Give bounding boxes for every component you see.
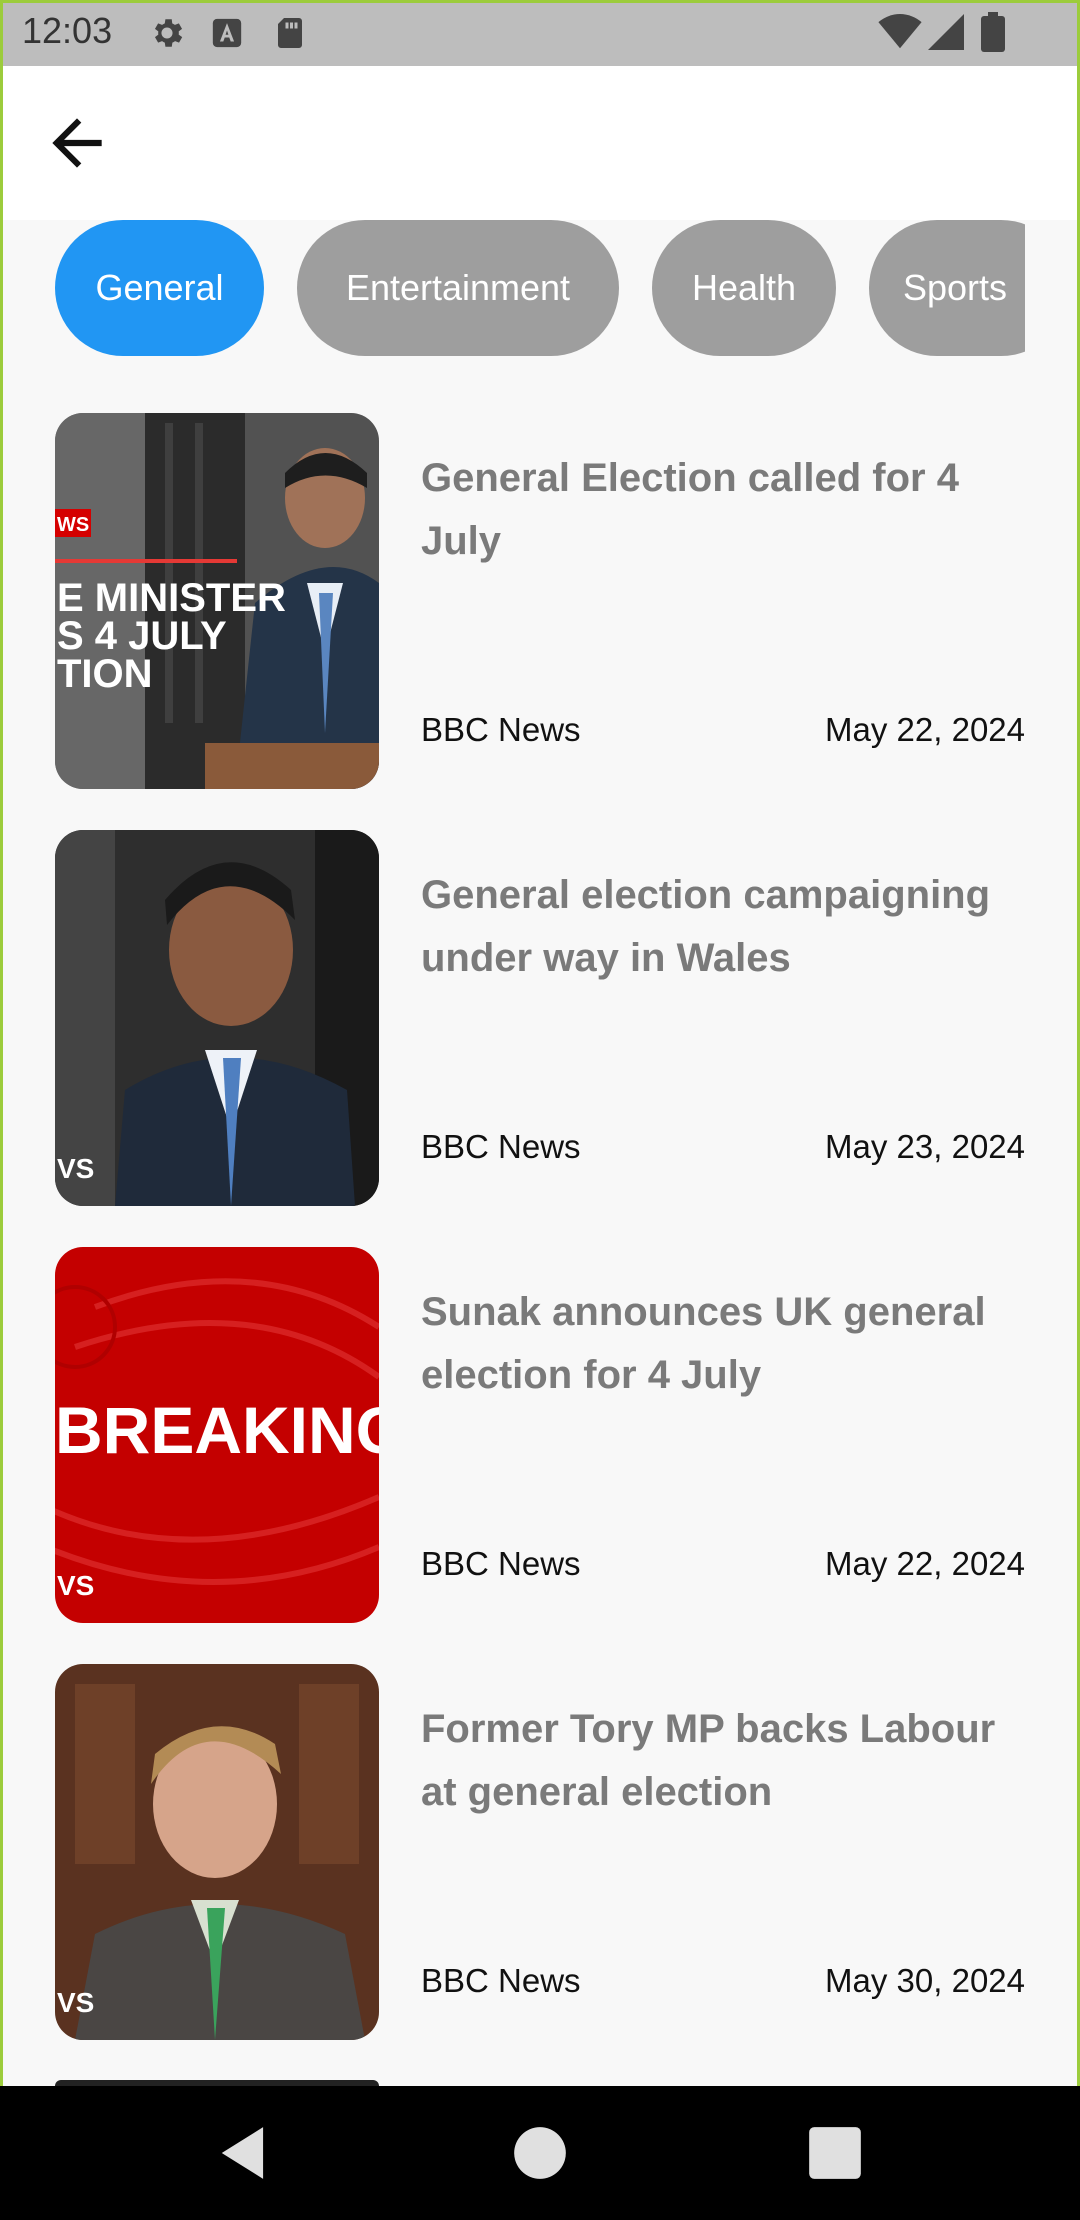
- signal-icon: [928, 14, 964, 55]
- article-card[interactable]: BREAKING VS Sunak announces UK general e…: [55, 1247, 1025, 1623]
- status-bar: 12:03: [0, 0, 1080, 66]
- status-time: 12:03: [22, 10, 113, 51]
- chip-sports[interactable]: Sports: [869, 220, 1025, 356]
- category-chips: General Entertainment Health Sports: [0, 220, 1080, 356]
- thumb-overlay-text: VS: [57, 1153, 94, 1184]
- article-thumbnail: WS E MINISTER S 4 JULY TION: [55, 413, 379, 789]
- wifi-icon: [878, 14, 922, 55]
- article-card[interactable]: VS General election campaigning under wa…: [55, 830, 1025, 1206]
- article-date: May 30, 2024: [825, 1962, 1025, 1999]
- back-button[interactable]: [40, 106, 114, 180]
- thumb-overlay-text: VS: [57, 1987, 94, 2018]
- thumb-overlay-text: VS: [57, 1570, 94, 1601]
- article-thumbnail: BREAKING VS: [55, 1247, 379, 1623]
- chip-label: Health: [691, 267, 797, 308]
- system-nav-bar: [0, 2086, 1080, 2220]
- article-card[interactable]: WS E MINISTER S 4 JULY TION General Elec…: [55, 413, 1025, 789]
- sd-card-icon: [272, 14, 308, 57]
- thumb-overlay-text: WS: [57, 514, 89, 536]
- nav-back-button[interactable]: [214, 2122, 276, 2184]
- article-thumbnail: VS: [55, 1664, 379, 2040]
- chip-label: Entertainment: [345, 267, 571, 308]
- nav-recents-button[interactable]: [804, 2122, 866, 2184]
- chip-label: Sports: [903, 267, 1008, 308]
- chip-label: General: [95, 267, 224, 308]
- arrow-left-icon: [40, 118, 114, 184]
- article-source: BBC News: [421, 1545, 581, 1582]
- recents-square-icon: [804, 2127, 866, 2188]
- back-triangle-icon: [214, 2127, 276, 2188]
- article-card[interactable]: VS Former Tory MP backs Labour at genera…: [55, 1664, 1025, 2040]
- battery-icon: [980, 12, 1006, 57]
- article-title: General election campaigning under way i…: [421, 873, 991, 980]
- article-date: May 22, 2024: [825, 711, 1025, 748]
- chip-health[interactable]: Health: [652, 220, 836, 356]
- article-title: General Election called for 4 July: [421, 456, 959, 563]
- article-source: BBC News: [421, 711, 581, 748]
- article-date: May 23, 2024: [825, 1128, 1025, 1165]
- thumb-overlay-text: BREAKING: [55, 1393, 379, 1467]
- article-source: BBC News: [421, 1128, 581, 1165]
- a-badge-icon: [210, 16, 244, 55]
- home-circle-icon: [509, 2127, 571, 2188]
- chip-general[interactable]: General: [55, 220, 264, 356]
- article-thumbnail: VS: [55, 830, 379, 1206]
- article-title: Sunak announces UK general election for …: [421, 1290, 986, 1397]
- article-title: Former Tory MP backs Labour at general e…: [421, 1707, 996, 1814]
- article-date: May 22, 2024: [825, 1545, 1025, 1582]
- gear-icon: [148, 14, 186, 57]
- app-bar: [0, 66, 1080, 220]
- chip-entertainment[interactable]: Entertainment: [297, 220, 619, 356]
- article-source: BBC News: [421, 1962, 581, 1999]
- thumb-overlay-text: TION: [57, 652, 153, 696]
- nav-home-button[interactable]: [509, 2122, 571, 2184]
